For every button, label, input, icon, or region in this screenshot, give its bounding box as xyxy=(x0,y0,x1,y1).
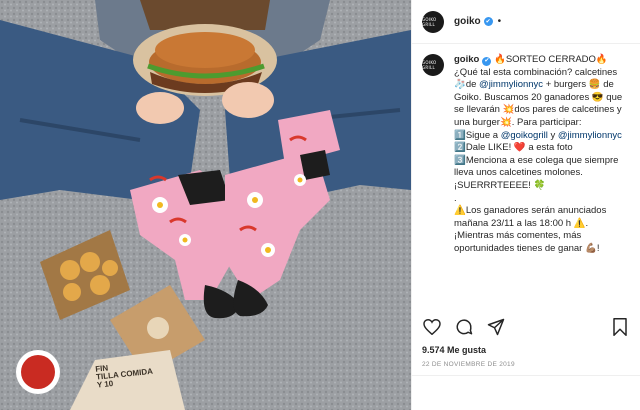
post-photo[interactable]: FIN TILLA COMIDA Y 10 xyxy=(0,0,411,410)
mention-link[interactable]: @jimmylionnyc xyxy=(558,130,622,141)
caption-avatar[interactable]: GOIKO GRILL xyxy=(422,54,444,76)
comment-icon[interactable] xyxy=(454,317,474,337)
bookmark-icon[interactable] xyxy=(610,317,630,337)
action-bar xyxy=(422,315,630,339)
mention-link[interactable]: @jimmylionnyc xyxy=(479,79,543,90)
post-header: GOIKO GRILL goiko ✔ • xyxy=(412,0,640,44)
instagram-post: FIN TILLA COMIDA Y 10 GOIKO GRILL goiko … xyxy=(0,0,640,410)
likes-count[interactable]: 9.574 Me gusta xyxy=(422,345,486,355)
caption-text: goiko ✔ 🔥SORTEO CERRADO🔥 ¿Qué tal esta co… xyxy=(454,54,630,298)
avatar-logo: GOIKO GRILL xyxy=(422,16,437,27)
profile-avatar[interactable]: GOIKO GRILL xyxy=(422,10,444,33)
post-date[interactable]: 22 DE NOVIEMBRE DE 2019 xyxy=(422,361,515,368)
caption-part: y xyxy=(547,129,558,141)
caption: GOIKO GRILL goiko ✔ 🔥SORTEO CERRADO🔥 ¿Qué… xyxy=(412,44,640,298)
caption-avatar-logo: GOIKO GRILL xyxy=(422,60,437,70)
dot-separator: • xyxy=(497,16,502,27)
mention-link[interactable]: @goikogrill xyxy=(501,130,548,141)
verified-icon: ✔ xyxy=(483,17,493,26)
photo-illustration xyxy=(0,0,411,410)
caption-username[interactable]: goiko xyxy=(454,54,479,65)
share-icon[interactable] xyxy=(486,317,506,337)
divider xyxy=(412,375,640,376)
caption-part: 2️⃣Dale LIKE! ❤️ a esta foto 3️⃣Menciona… xyxy=(454,142,619,254)
post-sidebar: GOIKO GRILL goiko ✔ • GOIKO GRILL goiko ✔… xyxy=(411,0,640,410)
caption-verified-icon: ✔ xyxy=(482,56,492,66)
header-username[interactable]: goiko xyxy=(454,16,481,27)
heart-icon[interactable] xyxy=(422,317,442,337)
